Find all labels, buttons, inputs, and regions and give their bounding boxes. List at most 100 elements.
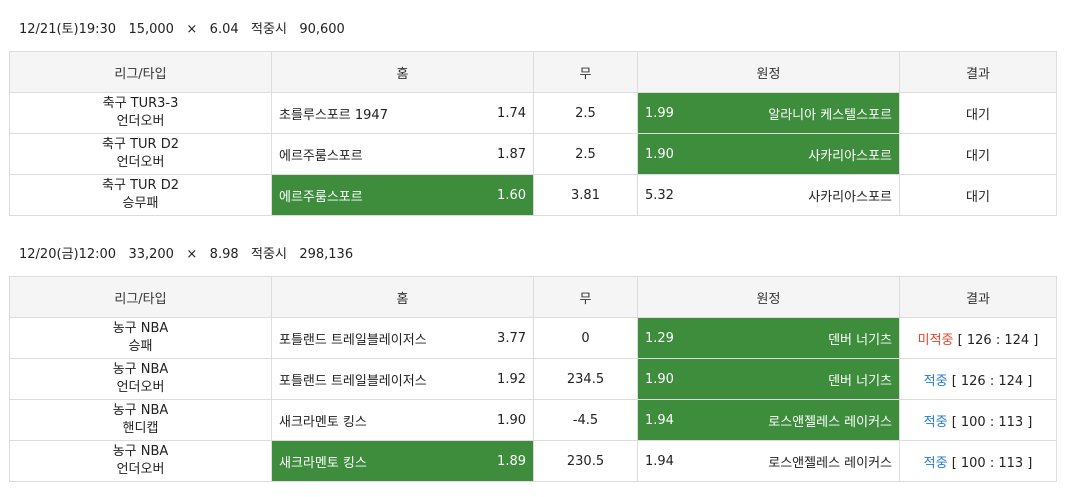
league-cell: 농구 NBA 언더오버	[9, 358, 272, 400]
away-odds: 1.94	[645, 412, 674, 428]
away-team: 덴버 너기츠	[828, 332, 892, 348]
col-league: 리그/타입	[9, 276, 272, 318]
bet-table: 리그/타입 홈 무 원정 결과 농구 NBA 승패 포틀랜드 트레일블레이저스 3.…	[9, 276, 1057, 482]
league-cell: 농구 NBA 승패	[9, 317, 272, 359]
league-cell: 농구 NBA 언더오버	[9, 440, 272, 482]
bet-type: 언더오버	[116, 462, 165, 477]
result-status-miss: 미적중	[917, 332, 954, 348]
home-cell[interactable]: 에르주룸스포르 1.87	[271, 133, 534, 175]
result-score: [ 100 : 113 ]	[951, 455, 1033, 471]
home-cell[interactable]: 초를루스포르 1947 1.74	[271, 92, 534, 134]
league-cell: 축구 TUR3-3 언더오버	[9, 92, 272, 134]
slip-payout: 298,136	[299, 247, 354, 262]
bet-type: 핸디캡	[122, 421, 159, 436]
col-draw: 무	[533, 51, 638, 93]
result-status: 대기	[966, 148, 990, 164]
slip-odds: 6.04	[209, 22, 239, 37]
away-team: 알라니아 케스텔스포르	[768, 107, 892, 123]
home-odds: 3.77	[497, 330, 526, 346]
bet-type: 언더오버	[116, 380, 165, 395]
result-status-hit: 적중	[923, 414, 948, 430]
away-cell-selected[interactable]: 1.94 로스앤젤레스 레이커스	[637, 399, 900, 441]
result-cell: 미적중 [ 126 : 124 ]	[899, 317, 1057, 359]
draw-cell[interactable]: 0	[533, 317, 638, 359]
result-cell: 적중 [ 100 : 113 ]	[899, 440, 1057, 482]
away-odds: 1.29	[645, 330, 674, 346]
draw-cell[interactable]: 2.5	[533, 133, 638, 175]
home-team: 새크라멘토 킹스	[279, 455, 367, 471]
home-cell-selected[interactable]: 새크라멘토 킹스 1.89	[271, 440, 534, 482]
league-name: 축구 TUR D2	[102, 178, 179, 193]
col-draw: 무	[533, 276, 638, 318]
home-team: 포틀랜드 트레일블레이저스	[279, 373, 427, 389]
bet-slip-1: 12/21(토)19:30 15,000 × 6.04 적중시 90,600 리…	[9, 20, 1057, 216]
away-odds: 1.94	[645, 453, 674, 469]
home-odds: 1.74	[497, 105, 526, 121]
col-result: 결과	[899, 51, 1057, 93]
home-team: 에르주룸스포르	[279, 148, 363, 164]
slip-date: 12/20(금)12:00	[19, 247, 117, 262]
home-cell-selected[interactable]: 에르주룸스포르 1.60	[271, 174, 534, 216]
home-odds: 1.89	[497, 453, 526, 469]
table-header-row: 리그/타입 홈 무 원정 결과	[9, 276, 1057, 318]
col-home: 홈	[271, 276, 534, 318]
col-result: 결과	[899, 276, 1057, 318]
home-team: 포틀랜드 트레일블레이저스	[279, 332, 427, 348]
home-team: 에르주룸스포르	[279, 189, 363, 205]
away-cell-selected[interactable]: 1.99 알라니아 케스텔스포르	[637, 92, 900, 134]
slip-header: 12/21(토)19:30 15,000 × 6.04 적중시 90,600	[9, 20, 1056, 40]
slip-stake: 15,000	[128, 22, 174, 37]
table-row: 농구 NBA 승패 포틀랜드 트레일블레이저스 3.77 0 1.29 덴버 너기츠 …	[9, 317, 1057, 359]
draw-cell[interactable]: 234.5	[533, 358, 638, 400]
away-odds: 5.32	[645, 187, 674, 203]
result-status: 대기	[966, 107, 990, 123]
table-row: 농구 NBA 언더오버 새크라멘토 킹스 1.89 230.5 1.94 로스앤젤레스…	[9, 440, 1057, 482]
league-cell: 축구 TUR D2 승무패	[9, 174, 272, 216]
col-league: 리그/타입	[9, 51, 272, 93]
away-odds: 1.99	[645, 105, 674, 121]
result-cell: 적중 [ 126 : 124 ]	[899, 358, 1057, 400]
away-team: 로스앤젤레스 레이커스	[768, 455, 892, 471]
result-status: 대기	[966, 189, 990, 205]
slip-odds: 8.98	[209, 247, 239, 262]
league-name: 농구 NBA	[112, 444, 169, 459]
league-name: 농구 NBA	[112, 321, 169, 336]
away-cell-selected[interactable]: 1.90 덴버 너기츠	[637, 358, 900, 400]
home-team: 새크라멘토 킹스	[279, 414, 367, 430]
result-cell: 적중 [ 100 : 113 ]	[899, 399, 1057, 441]
home-team: 초를루스포르 1947	[279, 107, 388, 123]
col-away: 원정	[637, 51, 900, 93]
home-cell[interactable]: 포틀랜드 트레일블레이저스 3.77	[271, 317, 534, 359]
away-team: 덴버 너기츠	[828, 373, 892, 389]
slip-stake: 33,200	[128, 247, 174, 262]
draw-cell[interactable]: -4.5	[533, 399, 638, 441]
bet-type: 언더오버	[116, 155, 165, 170]
draw-cell[interactable]: 3.81	[533, 174, 638, 216]
result-cell: 대기	[899, 133, 1057, 175]
away-cell-selected[interactable]: 1.90 사카리아스포르	[637, 133, 900, 175]
bet-table: 리그/타입 홈 무 원정 결과 축구 TUR3-3 언더오버 초를루스포르 194…	[9, 51, 1057, 216]
home-cell[interactable]: 새크라멘토 킹스 1.90	[271, 399, 534, 441]
bet-type: 언더오버	[116, 114, 165, 129]
result-score: [ 100 : 113 ]	[951, 414, 1033, 430]
table-row: 농구 NBA 언더오버 포틀랜드 트레일블레이저스 1.92 234.5 1.90 덴…	[9, 358, 1057, 400]
draw-cell[interactable]: 230.5	[533, 440, 638, 482]
table-row: 축구 TUR D2 승무패 에르주룸스포르 1.60 3.81 5.32 사카리아스포…	[9, 174, 1057, 216]
league-cell: 축구 TUR D2 언더오버	[9, 133, 272, 175]
draw-cell[interactable]: 2.5	[533, 92, 638, 134]
away-cell[interactable]: 1.94 로스앤젤레스 레이커스	[637, 440, 900, 482]
slip-date: 12/21(토)19:30	[19, 22, 117, 37]
result-cell: 대기	[899, 174, 1057, 216]
home-odds: 1.90	[497, 412, 526, 428]
away-cell[interactable]: 5.32 사카리아스포르	[637, 174, 900, 216]
bet-type: 승무패	[122, 196, 159, 211]
away-odds: 1.90	[645, 146, 674, 162]
away-cell-selected[interactable]: 1.29 덴버 너기츠	[637, 317, 900, 359]
league-cell: 농구 NBA 핸디캡	[9, 399, 272, 441]
league-name: 농구 NBA	[112, 403, 169, 418]
home-cell[interactable]: 포틀랜드 트레일블레이저스 1.92	[271, 358, 534, 400]
away-team: 사카리아스포르	[808, 148, 892, 164]
away-team: 사카리아스포르	[808, 189, 892, 205]
table-header-row: 리그/타입 홈 무 원정 결과	[9, 51, 1057, 93]
result-status-hit: 적중	[923, 455, 948, 471]
